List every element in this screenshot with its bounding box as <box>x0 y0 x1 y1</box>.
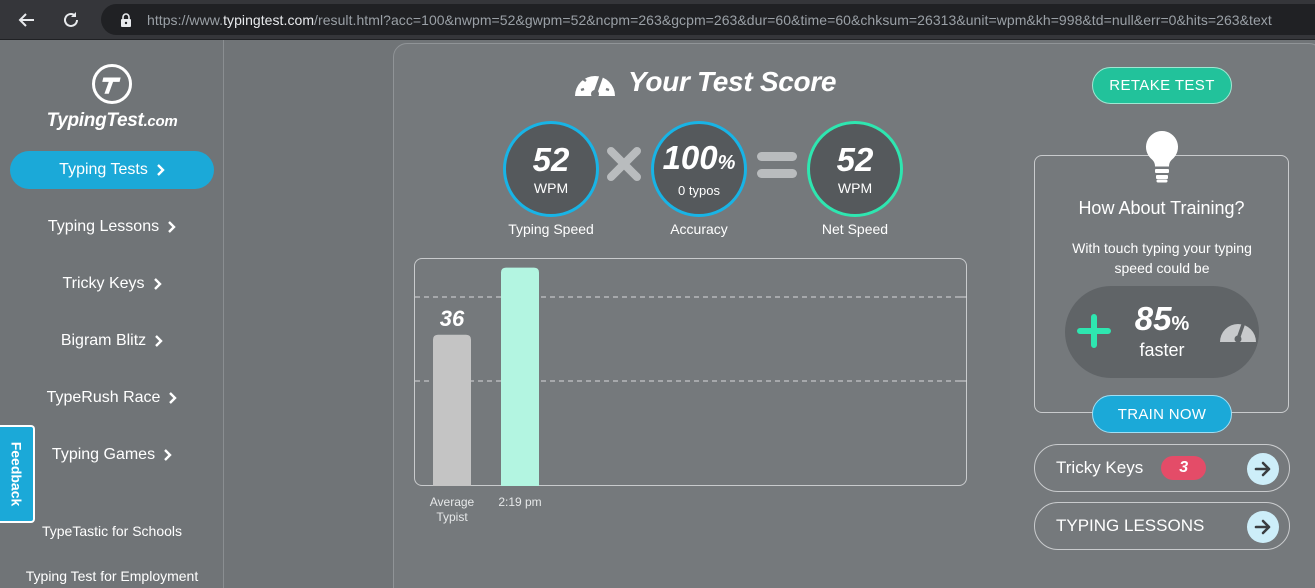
sidebar-item-typerush-race[interactable]: TypeRush Race <box>10 379 214 417</box>
chevron-right-icon <box>164 449 172 461</box>
training-description: With touch typing your typing speed coul… <box>1072 240 1252 276</box>
tricky-keys-count-badge: 3 <box>1161 456 1207 480</box>
link-typetastic-schools[interactable]: TypeTastic for Schools <box>0 523 224 539</box>
sidebar-item-typing-tests[interactable]: Typing Tests <box>10 151 214 189</box>
feedback-label: Feedback <box>8 441 25 507</box>
typing-lessons-label: TYPING LESSONS <box>1056 516 1205 535</box>
net-speed-value: 52 <box>836 141 874 178</box>
wpm-comparison-chart: 254565853652AverageTypist2:19 pm <box>414 258 967 524</box>
reload-icon[interactable] <box>58 7 84 33</box>
browser-toolbar: https://www.typingtest.com/result.html?a… <box>0 0 1315 40</box>
typingtest-logo-icon[interactable] <box>92 64 132 104</box>
arrow-right-icon[interactable] <box>1247 453 1279 485</box>
multiply-icon <box>607 147 641 181</box>
link-typing-test-employment[interactable]: Typing Test for Employment <box>0 568 224 584</box>
train-now-button[interactable]: TRAIN NOW <box>1092 395 1232 433</box>
typing-speed-value: 52 <box>532 141 570 178</box>
sidebar-item-bigram-blitz[interactable]: Bigram Blitz <box>10 322 214 360</box>
accuracy-value: 100% <box>662 139 736 176</box>
logo-text[interactable]: TypingTest.com <box>0 110 224 132</box>
sidebar-item-label: Typing Lessons <box>47 218 160 235</box>
chevron-right-icon <box>168 221 176 233</box>
typing-lessons-link[interactable]: TYPING LESSONS <box>1034 502 1290 550</box>
typos-count: 0 typos <box>678 183 720 198</box>
retake-test-button[interactable]: RETAKE TEST <box>1092 67 1232 104</box>
chevron-right-icon <box>153 278 162 290</box>
score-title: Your Test Score <box>572 64 836 100</box>
x-category-label: Average <box>430 495 475 509</box>
faster-percentage: 85% <box>1134 300 1190 337</box>
bar-data-label: 52 <box>508 259 533 264</box>
x-category-label: 2:19 pm <box>498 495 541 509</box>
sidebar-item-typing-lessons[interactable]: Typing Lessons <box>10 208 214 246</box>
sidebar-item-label: Tricky Keys <box>62 275 145 292</box>
typing-speed-unit: WPM <box>533 180 569 196</box>
tricky-keys-link[interactable]: Tricky Keys 3 <box>1034 444 1290 492</box>
feedback-tab[interactable]: Feedback <box>0 425 35 523</box>
back-icon[interactable] <box>14 7 40 33</box>
sidebar-item-typing-games[interactable]: Typing Games <box>10 436 214 474</box>
chevron-right-icon <box>155 335 163 347</box>
equals-icon <box>757 152 797 178</box>
faster-word: faster <box>1139 340 1185 360</box>
speedometer-icon <box>1220 320 1256 343</box>
speedometer-icon <box>575 72 615 98</box>
accuracy-label: Accuracy <box>670 221 728 237</box>
net-speed-unit: WPM <box>837 180 873 196</box>
plus-icon <box>1077 314 1111 348</box>
bar-data-label: 36 <box>440 306 465 331</box>
net-speed-label: Net Speed <box>821 221 889 237</box>
typing-speed-circle: 52 WPM <box>503 121 599 217</box>
chevron-right-icon <box>169 392 178 404</box>
tricky-keys-label: Tricky Keys <box>1056 458 1144 477</box>
bar <box>433 334 471 486</box>
lock-icon <box>121 12 131 27</box>
sidebar-item-label: Typing Tests <box>59 161 148 178</box>
net-speed-circle: 52 WPM <box>807 121 903 217</box>
bar <box>501 267 539 486</box>
score-title-text: Your Test Score <box>628 66 837 97</box>
lightbulb-icon <box>1145 131 1179 183</box>
typing-speed-label: Typing Speed <box>508 221 594 237</box>
chevron-right-icon <box>156 164 165 176</box>
address-bar[interactable]: https://www.typingtest.com/result.html?a… <box>101 4 1315 35</box>
sidebar-item-label: Bigram Blitz <box>60 332 147 349</box>
sidebar-item-label: TypeRush Race <box>46 389 161 406</box>
accuracy-circle: 100% 0 typos <box>651 121 747 217</box>
training-title: How About Training? <box>1078 198 1245 218</box>
sidebar-item-label: Typing Games <box>51 446 156 463</box>
x-category-label: Typist <box>436 510 468 524</box>
chart-svg: 254565853652AverageTypist2:19 pm <box>415 259 967 524</box>
url-text: https://www.typingtest.com/result.html?a… <box>147 11 1272 28</box>
arrow-right-icon[interactable] <box>1247 511 1279 543</box>
sidebar-item-tricky-keys[interactable]: Tricky Keys <box>10 265 214 303</box>
